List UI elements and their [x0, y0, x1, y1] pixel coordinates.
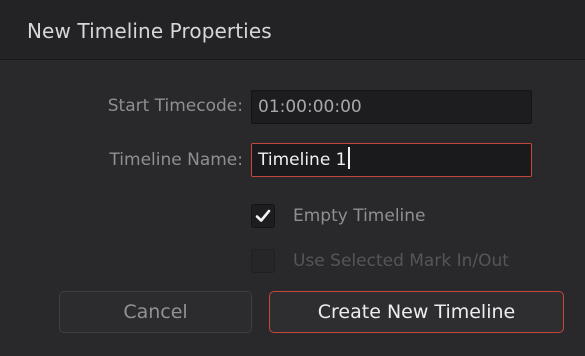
- use-selected-mark-option: Use Selected Mark In/Out: [251, 248, 509, 274]
- timeline-name-label: Timeline Name:: [109, 150, 243, 170]
- use-selected-mark-label: Use Selected Mark In/Out: [293, 251, 509, 271]
- text-cursor: [347, 147, 350, 169]
- start-timecode-field[interactable]: 01:00:00:00: [251, 90, 532, 124]
- use-selected-mark-checkbox: [251, 249, 275, 273]
- empty-timeline-option[interactable]: Empty Timeline: [251, 203, 426, 229]
- dialog-title-bar[interactable]: New Timeline Properties: [0, 0, 585, 60]
- timeline-name-field[interactable]: Timeline 1: [251, 143, 532, 177]
- dialog-title: New Timeline Properties: [27, 19, 272, 43]
- start-timecode-label: Start Timecode:: [107, 96, 243, 116]
- timeline-name-value: Timeline 1: [258, 150, 347, 170]
- cancel-button[interactable]: Cancel: [59, 291, 252, 333]
- start-timecode-value: 01:00:00:00: [258, 97, 362, 117]
- checkmark-icon: [255, 209, 271, 222]
- new-timeline-dialog: New Timeline Properties Start Timecode: …: [0, 0, 585, 356]
- create-new-timeline-button[interactable]: Create New Timeline: [269, 291, 564, 333]
- empty-timeline-checkbox[interactable]: [251, 204, 275, 228]
- empty-timeline-label: Empty Timeline: [293, 206, 426, 226]
